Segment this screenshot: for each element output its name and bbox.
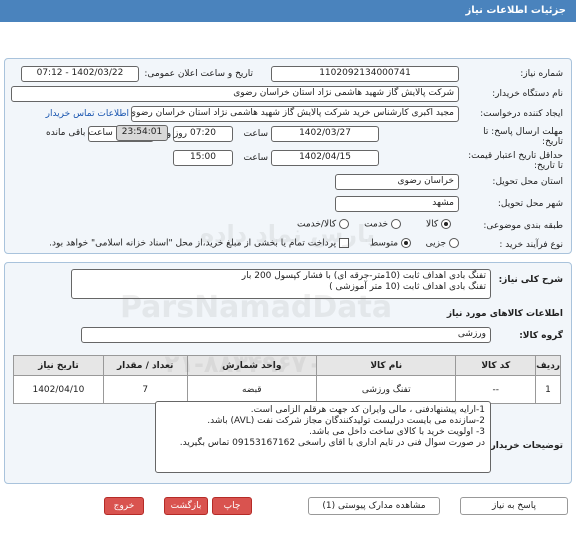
buyer-notes-label: توضیحات خریدار: bbox=[487, 441, 563, 451]
col-qty: تعداد / مقدار bbox=[102, 355, 188, 376]
province-field: خراسان رضوی bbox=[335, 174, 459, 190]
note-line-2: 2-سازنده می بایست درلیست تولیدکنندگان مج… bbox=[207, 416, 485, 426]
deadline-label: مهلت ارسال پاسخ: تا تاریخ: bbox=[483, 127, 563, 147]
cell-unit: قبضه bbox=[186, 375, 318, 404]
payment-option[interactable]: پرداخت تمام یا بخشی از مبلغ خرید،از محل … bbox=[49, 238, 349, 249]
col-unit: واحد شمارش bbox=[186, 355, 318, 376]
radio-service[interactable] bbox=[391, 219, 401, 229]
process-medium-label: متوسط bbox=[369, 238, 399, 249]
cell-qty: 7 bbox=[102, 375, 188, 404]
buyer-notes-field: 1-ارایه پیشنهادفنی ، مالی وایران کد جهت … bbox=[155, 401, 491, 473]
deadline-date-field: 1402/03/27 bbox=[271, 126, 379, 142]
cell-row: 1 bbox=[535, 375, 561, 404]
category-both-label: کالا/خدمت bbox=[296, 219, 337, 230]
buyer-contact-link[interactable]: اطلاعات تماس خریدار bbox=[46, 109, 129, 119]
payment-note: پرداخت تمام یا بخشی از مبلغ خرید،از محل … bbox=[49, 238, 337, 249]
description-textarea[interactable]: تفنگ بادی اهداف ثابت (10متر-جرقه ای) با … bbox=[71, 269, 491, 299]
days-label: روز و bbox=[166, 129, 187, 139]
goods-group-field: ورزشی bbox=[81, 327, 491, 343]
info-panel: شماره نیاز: 1102092134000741 تاریخ و ساع… bbox=[4, 58, 572, 254]
page-header: جزئیات اطلاعات نیاز bbox=[0, 0, 576, 22]
city-label: شهر محل تحویل: bbox=[497, 199, 563, 209]
cell-date: 1402/04/10 bbox=[13, 375, 104, 404]
exit-button[interactable]: خروج bbox=[104, 497, 144, 515]
deadline-time-label: ساعت bbox=[243, 129, 269, 139]
need-number-label: شماره نیاز: bbox=[520, 69, 563, 79]
validity-time-field: 15:00 bbox=[173, 150, 233, 166]
category-service-label: خدمت bbox=[364, 219, 389, 230]
description-label: شرح کلی نیاز: bbox=[498, 275, 563, 285]
goods-table: ردیف کد کالا نام کالا واحد شمارش تعداد /… bbox=[13, 355, 561, 404]
category-goods-label: کالا bbox=[425, 219, 439, 230]
category-option-goods[interactable]: کالا bbox=[426, 219, 451, 230]
back-button[interactable]: بازگشت bbox=[164, 497, 208, 515]
buyer-org-label: نام دستگاه خریدار: bbox=[492, 89, 563, 99]
creator-field: مجید اکبری کارشناس خرید شرکت پالایش گاز … bbox=[131, 106, 459, 122]
category-option-both[interactable]: کالا/خدمت bbox=[297, 219, 349, 230]
validity-time-label: ساعت bbox=[243, 153, 269, 163]
radio-both[interactable] bbox=[339, 219, 349, 229]
note-line-3: 3- اولویت خرید با کالای ساخت داخل می باش… bbox=[309, 427, 485, 437]
buyer-org-field: شرکت پالایش گاز شهید هاشمی نژاد استان خر… bbox=[11, 86, 459, 102]
category-label: طبقه بندی موضوعی: bbox=[483, 221, 563, 231]
announce-label: تاریخ و ساعت اعلان عمومی: bbox=[144, 69, 253, 79]
reply-button[interactable]: پاسخ به نیاز bbox=[460, 497, 568, 515]
process-minor-label: جزیی bbox=[425, 238, 447, 249]
radio-medium[interactable] bbox=[401, 238, 411, 248]
process-label: نوع فرآیند خرید : bbox=[499, 240, 563, 250]
details-panel: شرح کلی نیاز: تفنگ بادی اهداف ثابت (10مت… bbox=[4, 262, 572, 484]
process-option-medium[interactable]: متوسط bbox=[370, 238, 411, 249]
process-option-minor[interactable]: جزیی bbox=[426, 238, 459, 249]
goods-group-label: گروه کالا: bbox=[519, 331, 563, 341]
note-line-1: 1-ارایه پیشنهادفنی ، مالی وایران کد جهت … bbox=[250, 405, 485, 415]
creator-label: ایجاد کننده درخواست: bbox=[480, 109, 563, 119]
validity-label: حداقل تاریخ اعتبار قیمت: تا تاریخ: bbox=[468, 151, 563, 171]
validity-date-field: 1402/04/15 bbox=[271, 150, 379, 166]
col-date: تاریخ نیاز bbox=[13, 355, 104, 376]
cell-code: -- bbox=[455, 375, 537, 404]
need-number-field: 1102092134000741 bbox=[271, 66, 459, 82]
remaining-time-label: ساعت باقی مانده bbox=[46, 128, 113, 138]
radio-minor[interactable] bbox=[449, 238, 459, 248]
province-label: استان محل تحویل: bbox=[492, 177, 563, 187]
table-row[interactable]: 1 -- تفنگ ورزشی قبضه 7 1402/04/10 bbox=[13, 375, 561, 404]
description-line-1: تفنگ بادی اهداف ثابت (10متر-جرقه ای) با … bbox=[241, 271, 486, 281]
radio-goods[interactable] bbox=[441, 219, 451, 229]
goods-table-header: ردیف کد کالا نام کالا واحد شمارش تعداد /… bbox=[13, 355, 561, 376]
announce-field: 1402/03/22 - 07:12 bbox=[21, 66, 139, 82]
col-name: نام کالا bbox=[316, 355, 457, 376]
city-field: مشهد bbox=[335, 196, 459, 212]
goods-title: اطلاعات کالاهای مورد نیاز bbox=[446, 309, 563, 319]
attachments-button[interactable]: مشاهده مدارک پیوستی (1) bbox=[308, 497, 440, 515]
category-option-service[interactable]: خدمت bbox=[364, 219, 401, 230]
payment-checkbox[interactable] bbox=[339, 238, 349, 248]
cell-name: تفنگ ورزشی bbox=[316, 375, 457, 404]
print-button[interactable]: چاپ bbox=[212, 497, 252, 515]
description-line-2: تفنگ بادی اهداف ثابت (10 متر آموزشی ) bbox=[329, 282, 486, 292]
col-code: کد کالا bbox=[455, 355, 537, 376]
note-line-4: در صورت سوال فنی در تایم اداری با اقای ر… bbox=[179, 438, 485, 448]
col-row: ردیف bbox=[535, 355, 561, 376]
remaining-time-field: 23:54:01 bbox=[116, 125, 168, 141]
page-title: جزئیات اطلاعات نیاز bbox=[465, 5, 566, 16]
